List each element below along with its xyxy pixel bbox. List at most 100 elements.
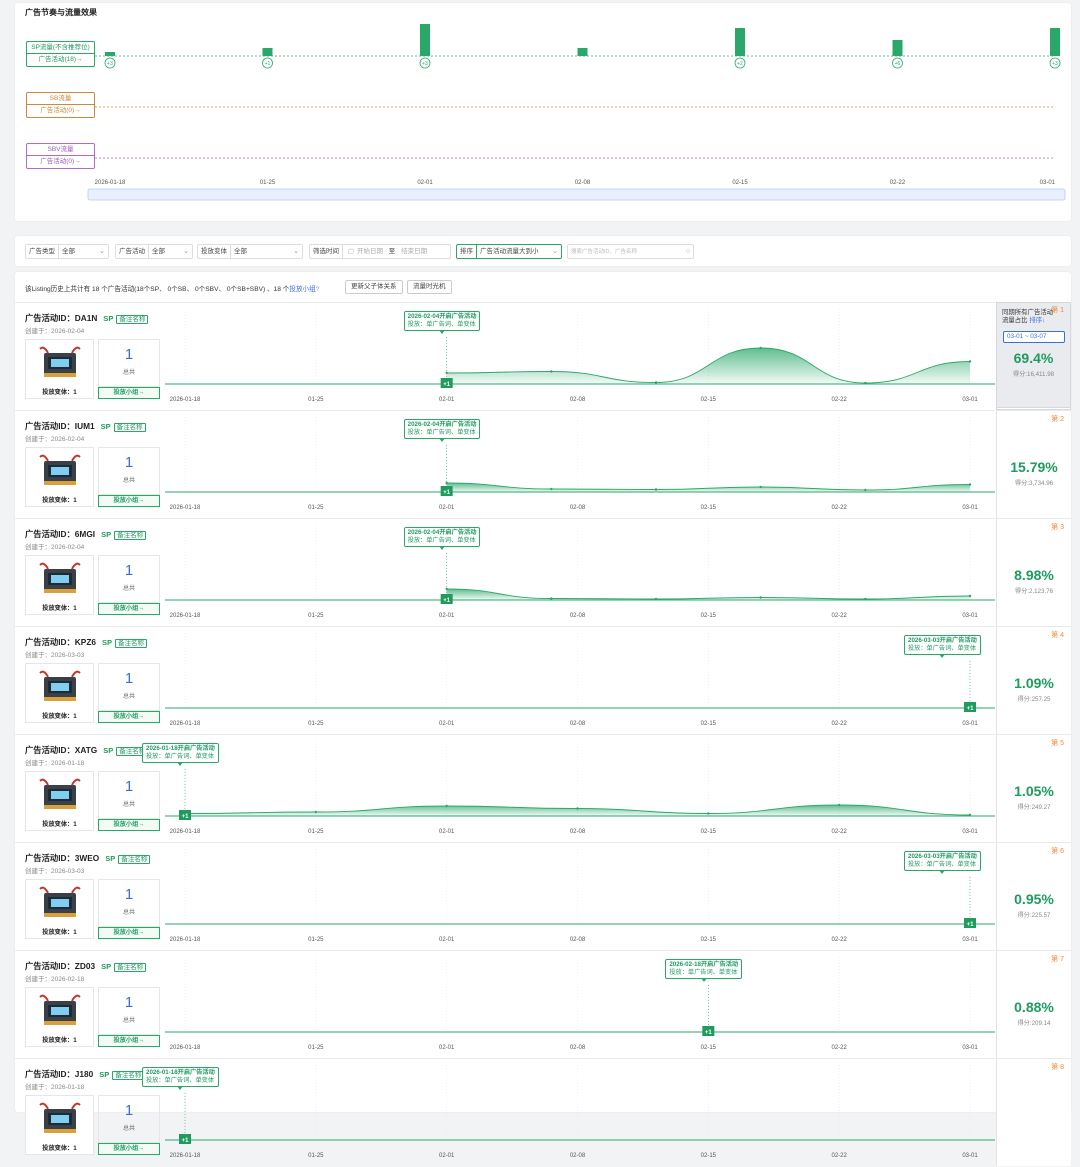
group-link[interactable]: 投放小组 — [289, 286, 315, 293]
note-tag[interactable]: 备注名称 — [113, 423, 146, 432]
traffic-point[interactable] — [968, 813, 972, 817]
search-input[interactable]: 搜索广告活动ID、广告名称 ○ — [567, 244, 694, 259]
product-thumb[interactable]: 投放变体：1 — [25, 771, 94, 831]
created-prefix: 创建于： — [25, 328, 51, 335]
launch-callout[interactable]: 2026-02-18开启广告活动 投放：单广告词、单变体 — [665, 959, 743, 982]
traffic-point[interactable] — [707, 812, 710, 815]
group-button[interactable]: 投放小组→ — [98, 1035, 160, 1047]
group-button[interactable]: 投放小组→ — [98, 1143, 160, 1155]
group-count: 1 — [124, 1102, 134, 1119]
end-date-input[interactable]: 结束日期 — [401, 248, 427, 255]
launch-callout[interactable]: 2026-03-03开启广告活动 投放：单广告词、单变体 — [904, 635, 981, 658]
note-tag[interactable]: 备注名称 — [114, 963, 147, 972]
launch-callout[interactable]: 2026-02-04开启广告活动 投放：单广告词、单变体 — [403, 419, 481, 442]
timeline-scrollbar[interactable] — [87, 188, 1066, 201]
traffic-point[interactable] — [864, 381, 867, 385]
chevron-down-icon: ⌄ — [99, 248, 105, 255]
traffic-point[interactable] — [445, 481, 448, 485]
update-parent-button[interactable]: 更新父子体关系 — [345, 280, 403, 294]
ad-type-select[interactable]: 广告类型 全部 ⌄ — [25, 244, 109, 259]
traffic-point[interactable] — [654, 597, 658, 601]
rank-cell: 第 5 1.05% 得分:249.27 — [996, 734, 1071, 842]
axis-date: 2026-01-18 — [170, 829, 201, 835]
variant-select[interactable]: 投放变体 全部 ⌄ — [197, 244, 303, 259]
traffic-point[interactable] — [550, 597, 553, 600]
traffic-point[interactable] — [314, 810, 318, 814]
campaign-traffic-chart: 2026-01-18 01-25 02-01 02-08 02-15 02-22 03-01… — [165, 633, 995, 727]
rank-cell: 第 8 得分: — [996, 1058, 1071, 1166]
group-button[interactable]: 投放小组→ — [98, 711, 160, 723]
rank-cell: 第 3 8.98% 得分:2,123.76 — [996, 518, 1071, 626]
group-count-box: 1 总共 — [98, 987, 160, 1035]
note-tag[interactable]: 备注名称 — [114, 531, 147, 540]
traffic-point[interactable] — [837, 803, 841, 807]
traffic-point[interactable] — [445, 804, 448, 808]
group-button[interactable]: 投放小组→ — [98, 387, 160, 399]
help-icon[interactable]: ? — [316, 286, 320, 293]
product-image — [39, 778, 81, 809]
start-date-input[interactable]: 开始日期 — [357, 248, 383, 255]
launch-callout[interactable]: 2026-03-03开启广告活动 投放：单广告词、单变体 — [904, 851, 981, 874]
traffic-point[interactable] — [576, 807, 579, 810]
traffic-point[interactable] — [759, 596, 762, 599]
chevron-down-icon: ⌄ — [552, 248, 558, 255]
ad-activity-select[interactable]: 广告活动 全部 ⌄ — [115, 244, 193, 259]
timeline-date: 02-22 — [890, 180, 906, 186]
note-tag[interactable]: 备注名称 — [118, 855, 151, 864]
traffic-point[interactable] — [550, 487, 553, 491]
product-thumb[interactable]: 投放变体：1 — [25, 1095, 94, 1155]
axis-date: 02-01 — [439, 937, 455, 943]
product-thumb[interactable]: 投放变体：1 — [25, 663, 94, 723]
traffic-point[interactable] — [968, 594, 972, 598]
axis-date: 02-08 — [570, 937, 586, 943]
product-thumb[interactable]: 投放变体：1 — [25, 555, 94, 615]
launch-callout[interactable]: 2026-01-18开启广告活动 投放：单广告词、单变体 — [142, 743, 219, 766]
launch-callout[interactable]: 2026-02-04开启广告活动 投放：单广告词、单变体 — [403, 311, 481, 334]
traffic-point[interactable] — [550, 370, 553, 373]
traffic-point[interactable] — [968, 483, 972, 486]
traffic-point[interactable] — [654, 381, 658, 384]
total-label: 总共 — [122, 910, 135, 916]
created-prefix: 创建于： — [25, 1084, 51, 1091]
product-thumb[interactable]: 投放变体：1 — [25, 879, 94, 939]
group-count: 1 — [124, 454, 134, 471]
group-button[interactable]: 投放小组→ — [98, 603, 160, 615]
axis-date: 02-01 — [439, 721, 455, 727]
timeline-date: 01-25 — [260, 180, 276, 186]
product-thumb[interactable]: 投放变体：1 — [25, 987, 94, 1047]
campaign-id: 广告活动ID：3WEO SP 备注名称 — [25, 852, 151, 864]
score: 得分:2,123.76 — [1014, 588, 1054, 595]
group-button[interactable]: 投放小组→ — [98, 927, 160, 939]
note-tag[interactable]: 备注名称 — [116, 315, 149, 324]
group-button[interactable]: 投放小组→ — [98, 495, 160, 507]
campaign-traffic-chart: 2026-01-18 01-25 02-01 02-08 02-15 02-22 03-01… — [165, 741, 995, 835]
traffic-point[interactable] — [864, 488, 867, 492]
axis-date: 2026-01-18 — [170, 1153, 201, 1159]
axis-date: 2026-01-18 — [170, 1045, 201, 1051]
sort-select[interactable]: 排序 广告活动流量大到小 ⌄ — [456, 244, 562, 259]
launch-callout[interactable]: 2026-01-18开启广告活动 投放：单广告词、单变体 — [142, 1067, 219, 1090]
product-thumb[interactable]: 投放变体：1 — [25, 339, 94, 399]
axis-date: 03-01 — [962, 613, 978, 619]
group-button[interactable]: 投放小组→ — [98, 819, 160, 831]
rank-number: 第 1 — [1051, 307, 1064, 314]
note-tag[interactable]: 备注名称 — [112, 1071, 145, 1080]
traffic-point[interactable] — [864, 597, 867, 601]
rank-cell: 第 6 0.95% 得分:225.57 — [996, 842, 1071, 950]
traffic-point[interactable] — [654, 488, 658, 491]
axis-date: 02-15 — [701, 505, 717, 511]
campaign-traffic-chart: 2026-01-18 01-25 02-01 02-08 02-15 02-22 03-01… — [165, 849, 995, 943]
created-date: 创建于：2026-01-18 — [25, 757, 84, 767]
date-sep: 至 — [388, 248, 396, 255]
traffic-machine-button[interactable]: 流量时光机 — [407, 280, 452, 294]
note-tag[interactable]: 备注名称 — [115, 639, 148, 648]
product-thumb[interactable]: 投放变体：1 — [25, 447, 94, 507]
date-range-picker[interactable]: 筛选时间 ▢ 开始日期 至 结束日期 — [309, 244, 451, 259]
traffic-point[interactable] — [968, 360, 972, 363]
launch-callout[interactable]: 2026-02-04开启广告活动 投放：单广告词、单变体 — [403, 527, 481, 550]
campaign-id: 广告活动ID：KPZ6 SP 备注名称 — [25, 636, 148, 648]
traffic-point[interactable] — [759, 346, 762, 350]
created-value: 2026-02-04 — [51, 436, 85, 443]
traffic-point[interactable] — [759, 485, 762, 489]
product-image — [39, 346, 81, 377]
